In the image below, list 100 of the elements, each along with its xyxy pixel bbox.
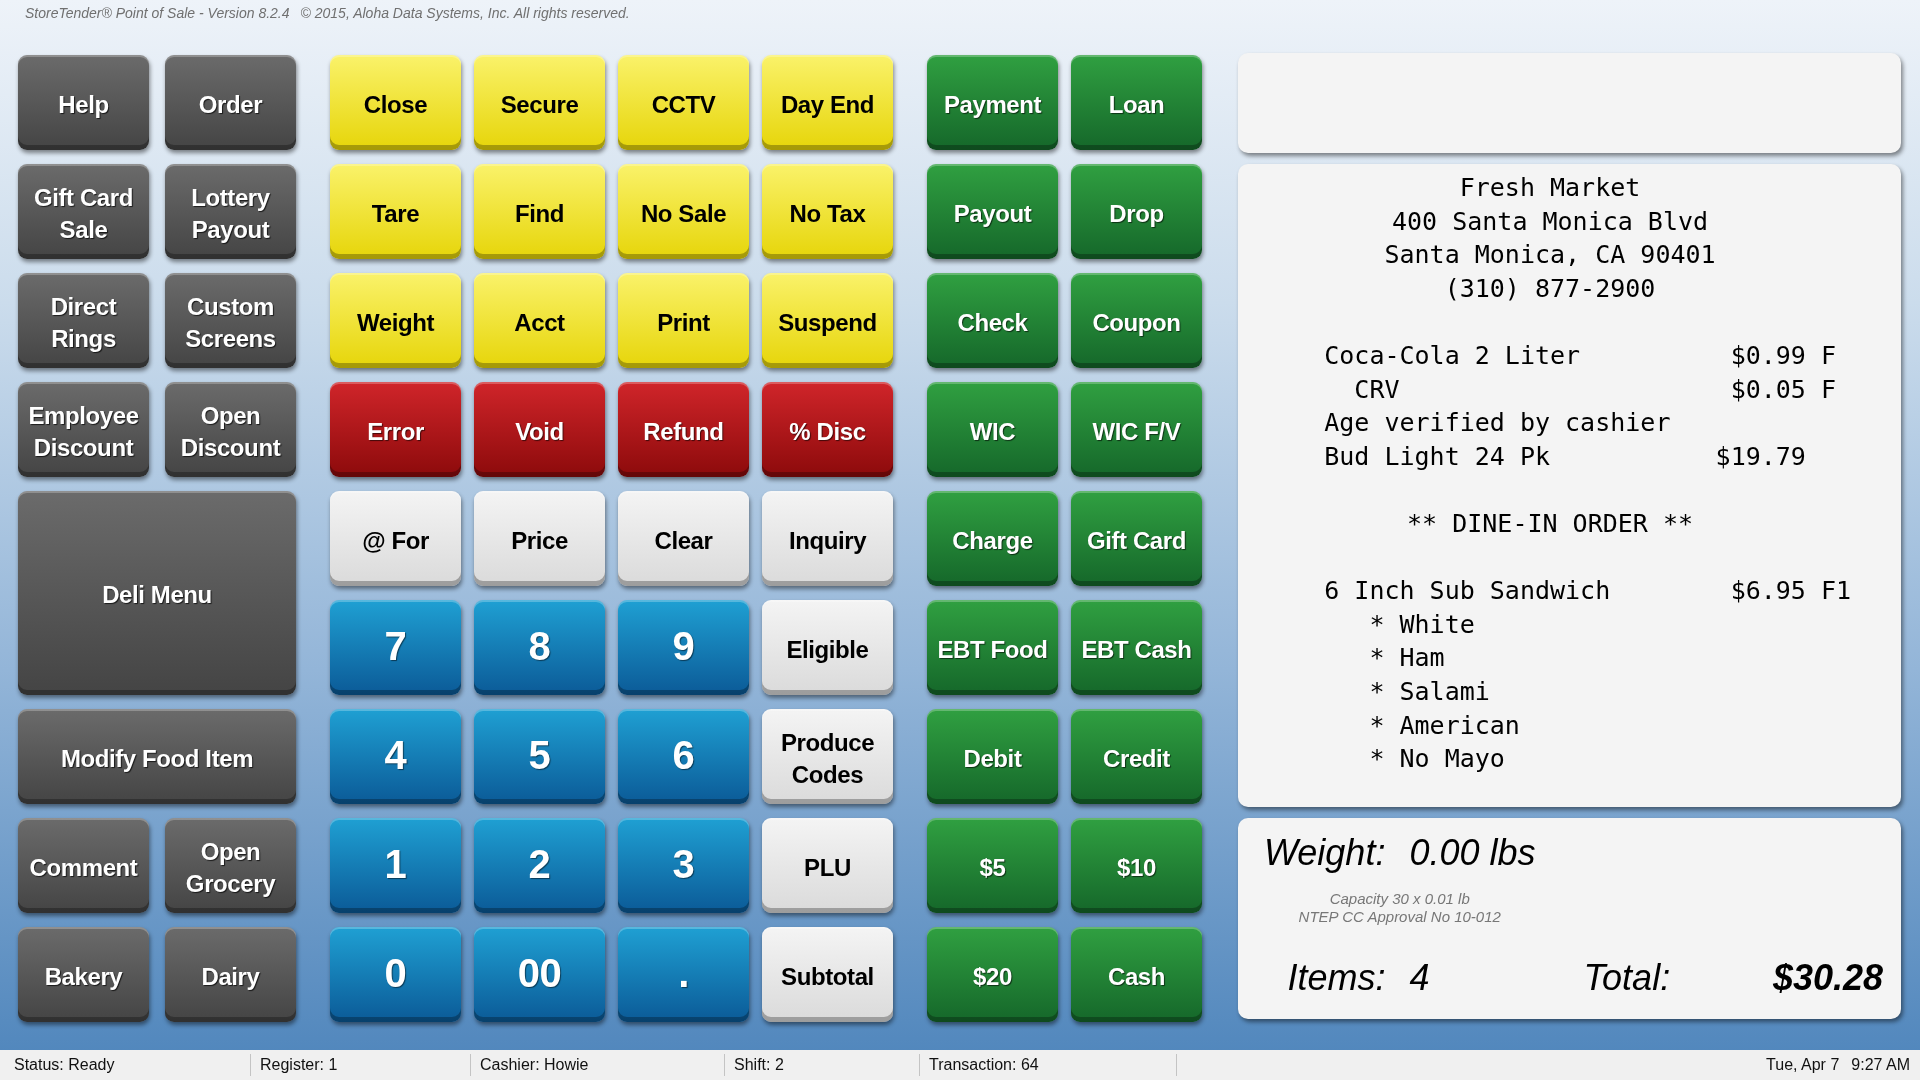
function-key[interactable]: Weight xyxy=(330,273,461,368)
entry-key[interactable]: Subtotal xyxy=(762,927,893,1022)
entry-key[interactable]: Price xyxy=(474,491,605,586)
digit-key[interactable]: 2 xyxy=(474,818,605,913)
digit-key[interactable]: . xyxy=(618,927,749,1022)
status-text: Status: Ready xyxy=(14,1056,115,1074)
entry-key[interactable]: Inquiry xyxy=(762,491,893,586)
correction-key[interactable]: Error xyxy=(330,382,461,477)
tender-key[interactable]: $5 xyxy=(927,818,1058,913)
tender-key[interactable]: Payment xyxy=(927,55,1058,150)
receipt-line: * Salami xyxy=(1369,675,1490,708)
function-key[interactable]: Secure xyxy=(474,55,605,150)
digit-key[interactable]: 1 xyxy=(330,818,461,913)
entry-key[interactable]: PLU xyxy=(762,818,893,913)
function-key[interactable]: Tare xyxy=(330,164,461,259)
menu-key[interactable]: Order xyxy=(165,55,296,150)
menu-key[interactable]: Help xyxy=(18,55,149,150)
menu-key[interactable]: Comment xyxy=(18,818,149,913)
tender-key[interactable]: WIC F/V xyxy=(1071,382,1202,477)
digit-key[interactable]: 0 xyxy=(330,927,461,1022)
entry-key[interactable]: @ For xyxy=(330,491,461,586)
correction-key[interactable]: Refund xyxy=(618,382,749,477)
items-label: Items: xyxy=(1287,956,1386,1000)
tender-key[interactable]: Check xyxy=(927,273,1058,368)
function-key[interactable]: Suspend xyxy=(762,273,893,368)
digit-key[interactable]: 4 xyxy=(330,709,461,804)
status-text: Register: 1 xyxy=(260,1056,338,1074)
tender-key[interactable]: Charge xyxy=(927,491,1058,586)
receipt-header-line: ** DINE-IN ORDER ** xyxy=(1407,508,1693,538)
digit-key[interactable]: 00 xyxy=(474,927,605,1022)
tender-key[interactable]: Credit xyxy=(1071,709,1202,804)
function-key[interactable]: Find xyxy=(474,164,605,259)
receipt-line: Bud Light 24 Pk xyxy=(1324,440,1551,473)
receipt-line: * No Mayo xyxy=(1369,743,1505,776)
tax-code: F1 xyxy=(1820,575,1852,608)
receipt-line: Age verified by cashier xyxy=(1324,407,1671,440)
copyright-text: © 2015, Aloha Data Systems, Inc. All rights reserved. xyxy=(300,5,630,21)
digit-key[interactable]: 7 xyxy=(330,600,461,695)
menu-key[interactable]: Deli Menu xyxy=(18,491,296,695)
correction-key[interactable]: Void xyxy=(474,382,605,477)
digit-key[interactable]: 6 xyxy=(618,709,749,804)
app-title: StoreTender® Point of Sale - Version 8.2.4 xyxy=(25,5,290,21)
menu-key[interactable]: Bakery xyxy=(18,927,149,1022)
tender-key[interactable]: Debit xyxy=(927,709,1058,804)
tax-code: F xyxy=(1820,373,1836,406)
weight-label: Weight: xyxy=(1264,831,1386,875)
tender-key[interactable]: WIC xyxy=(927,382,1058,477)
receipt-line: Coca-Cola 2 Liter xyxy=(1324,339,1581,372)
menu-key[interactable]: Gift Card Sale xyxy=(18,164,149,259)
entry-key[interactable]: Clear xyxy=(618,491,749,586)
capacity-text: Capacity 30 x 0.01 lb xyxy=(1329,890,1470,908)
correction-key[interactable]: % Disc xyxy=(762,382,893,477)
function-key[interactable]: Day End xyxy=(762,55,893,150)
tender-key[interactable]: EBT Food xyxy=(927,600,1058,695)
menu-key[interactable]: Modify Food Item xyxy=(18,709,296,804)
entry-key[interactable]: Produce Codes xyxy=(762,709,893,804)
digit-key[interactable]: 3 xyxy=(618,818,749,913)
receipt-line: * White xyxy=(1369,608,1475,641)
tax-code: F xyxy=(1820,339,1836,372)
status-text: Cashier: Howie xyxy=(480,1056,589,1074)
receipt-header-line: Santa Monica, CA 90401 xyxy=(1384,240,1716,270)
receipt-price: $0.05 xyxy=(1730,373,1806,406)
tender-key[interactable]: Coupon xyxy=(1071,273,1202,368)
date-text: Tue, Apr 7 xyxy=(1766,1056,1840,1074)
function-key[interactable]: CCTV xyxy=(618,55,749,150)
digit-key[interactable]: 5 xyxy=(474,709,605,804)
receipt-line: 6 Inch Sub Sandwich xyxy=(1324,575,1611,608)
tender-key[interactable]: $20 xyxy=(927,927,1058,1022)
digit-key[interactable]: 9 xyxy=(618,600,749,695)
menu-key[interactable]: Open Grocery xyxy=(165,818,296,913)
tender-key[interactable]: EBT Cash xyxy=(1071,600,1202,695)
menu-key[interactable]: Employee Discount xyxy=(18,382,149,477)
items-count: 4 xyxy=(1409,956,1430,1000)
time-text: 9:27 AM xyxy=(1851,1056,1910,1074)
tender-key[interactable]: Payout xyxy=(927,164,1058,259)
status-text: Shift: 2 xyxy=(734,1056,784,1074)
digit-key[interactable]: 8 xyxy=(474,600,605,695)
total-amount: $30.28 xyxy=(1772,956,1883,1000)
menu-key[interactable]: Open Discount xyxy=(165,382,296,477)
status-text: Transaction: 64 xyxy=(929,1056,1039,1074)
menu-key[interactable]: Custom Screens xyxy=(165,273,296,368)
receipt-price: $6.95 xyxy=(1730,575,1806,608)
tender-key[interactable]: Loan xyxy=(1071,55,1202,150)
function-key[interactable]: Acct xyxy=(474,273,605,368)
menu-key[interactable]: Lottery Payout xyxy=(165,164,296,259)
receipt-line: CRV xyxy=(1354,373,1400,406)
tender-key[interactable]: Cash xyxy=(1071,927,1202,1022)
function-key[interactable]: Close xyxy=(330,55,461,150)
function-key[interactable]: No Tax xyxy=(762,164,893,259)
menu-key[interactable]: Direct Rings xyxy=(18,273,149,368)
function-key[interactable]: No Sale xyxy=(618,164,749,259)
entry-key[interactable]: Eligible xyxy=(762,600,893,695)
menu-key[interactable]: Dairy xyxy=(165,927,296,1022)
approval-text: NTEP CC Approval No 10-012 xyxy=(1298,908,1501,926)
total-label: Total: xyxy=(1583,956,1671,1000)
receipt-header-line: (310) 877-2900 xyxy=(1444,273,1656,303)
tender-key[interactable]: $10 xyxy=(1071,818,1202,913)
tender-key[interactable]: Gift Card xyxy=(1071,491,1202,586)
tender-key[interactable]: Drop xyxy=(1071,164,1202,259)
function-key[interactable]: Print xyxy=(618,273,749,368)
